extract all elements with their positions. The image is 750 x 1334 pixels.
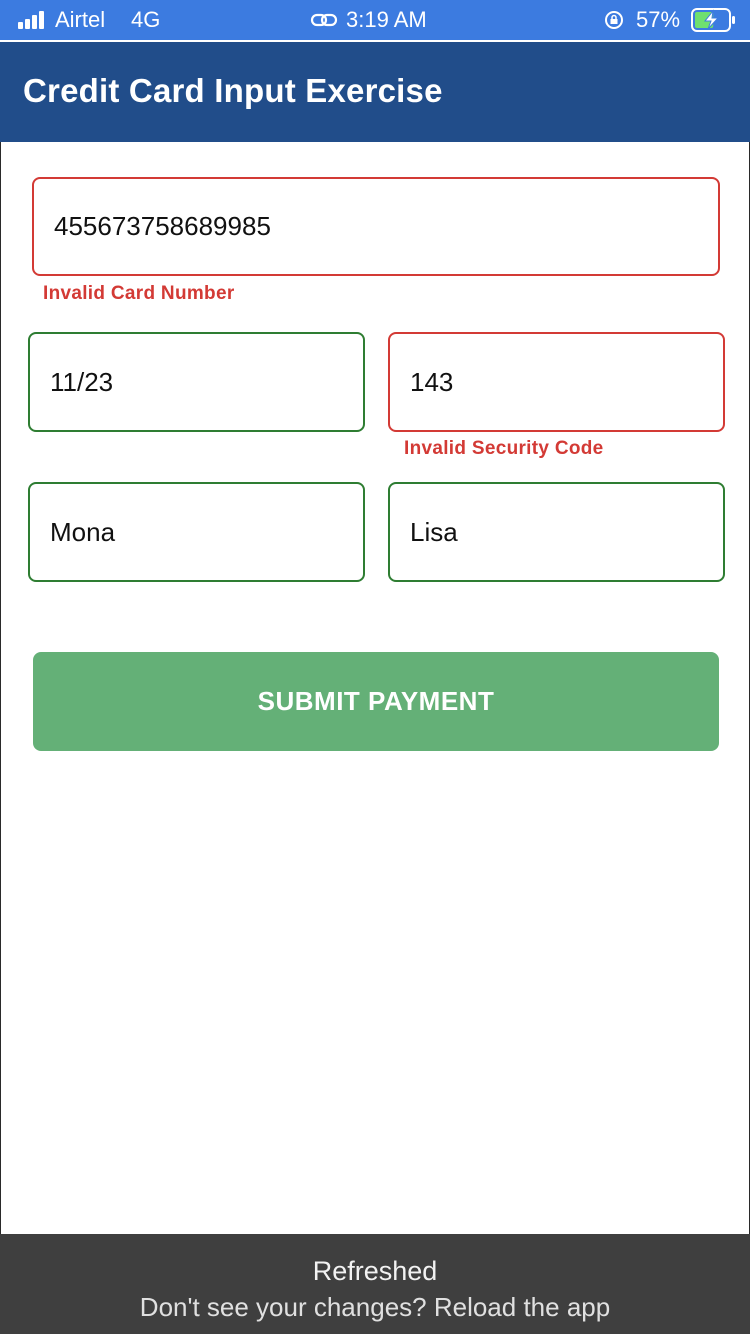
first-name-value: Mona xyxy=(50,516,116,547)
expiry-input[interactable]: 11/23 xyxy=(28,332,365,432)
last-name-input[interactable]: Lisa xyxy=(388,482,725,582)
battery-percentage: 57% xyxy=(636,7,681,32)
signal-icon xyxy=(18,11,48,29)
battery-charging-icon xyxy=(691,8,735,32)
first-name-input[interactable]: Mona xyxy=(28,482,365,582)
security-code-error: Invalid Security Code xyxy=(404,438,604,459)
expiry-value: 11/23 xyxy=(50,366,114,397)
link-icon xyxy=(310,13,338,27)
card-number-error: Invalid Card Number xyxy=(43,283,235,304)
card-number-value: 455673758689985 xyxy=(54,211,271,241)
submit-payment-button[interactable]: SUBMIT PAYMENT xyxy=(33,652,719,751)
status-bar: Airtel 4G 3:19 AM 57% xyxy=(0,0,750,40)
carrier-name: Airtel xyxy=(55,7,106,32)
status-time: 3:19 AM xyxy=(346,7,427,32)
network-type: 4G xyxy=(131,7,161,32)
security-code-value: 143 xyxy=(410,366,454,397)
orientation-lock-icon xyxy=(605,11,623,29)
toast-title: Refreshed xyxy=(312,1256,438,1286)
refresh-toast[interactable]: Refreshed Don't see your changes? Reload… xyxy=(0,1234,750,1334)
card-number-input[interactable]: 455673758689985 xyxy=(32,177,720,276)
page-title: Credit Card Input Exercise xyxy=(23,72,443,109)
app-header: Credit Card Input Exercise xyxy=(0,42,750,142)
toast-message: Don't see your changes? Reload the app xyxy=(139,1292,611,1322)
last-name-value: Lisa xyxy=(410,516,458,547)
form-content: 455673758689985 Invalid Card Number 11/2… xyxy=(0,142,750,1234)
security-code-input[interactable]: 143 xyxy=(388,332,725,432)
